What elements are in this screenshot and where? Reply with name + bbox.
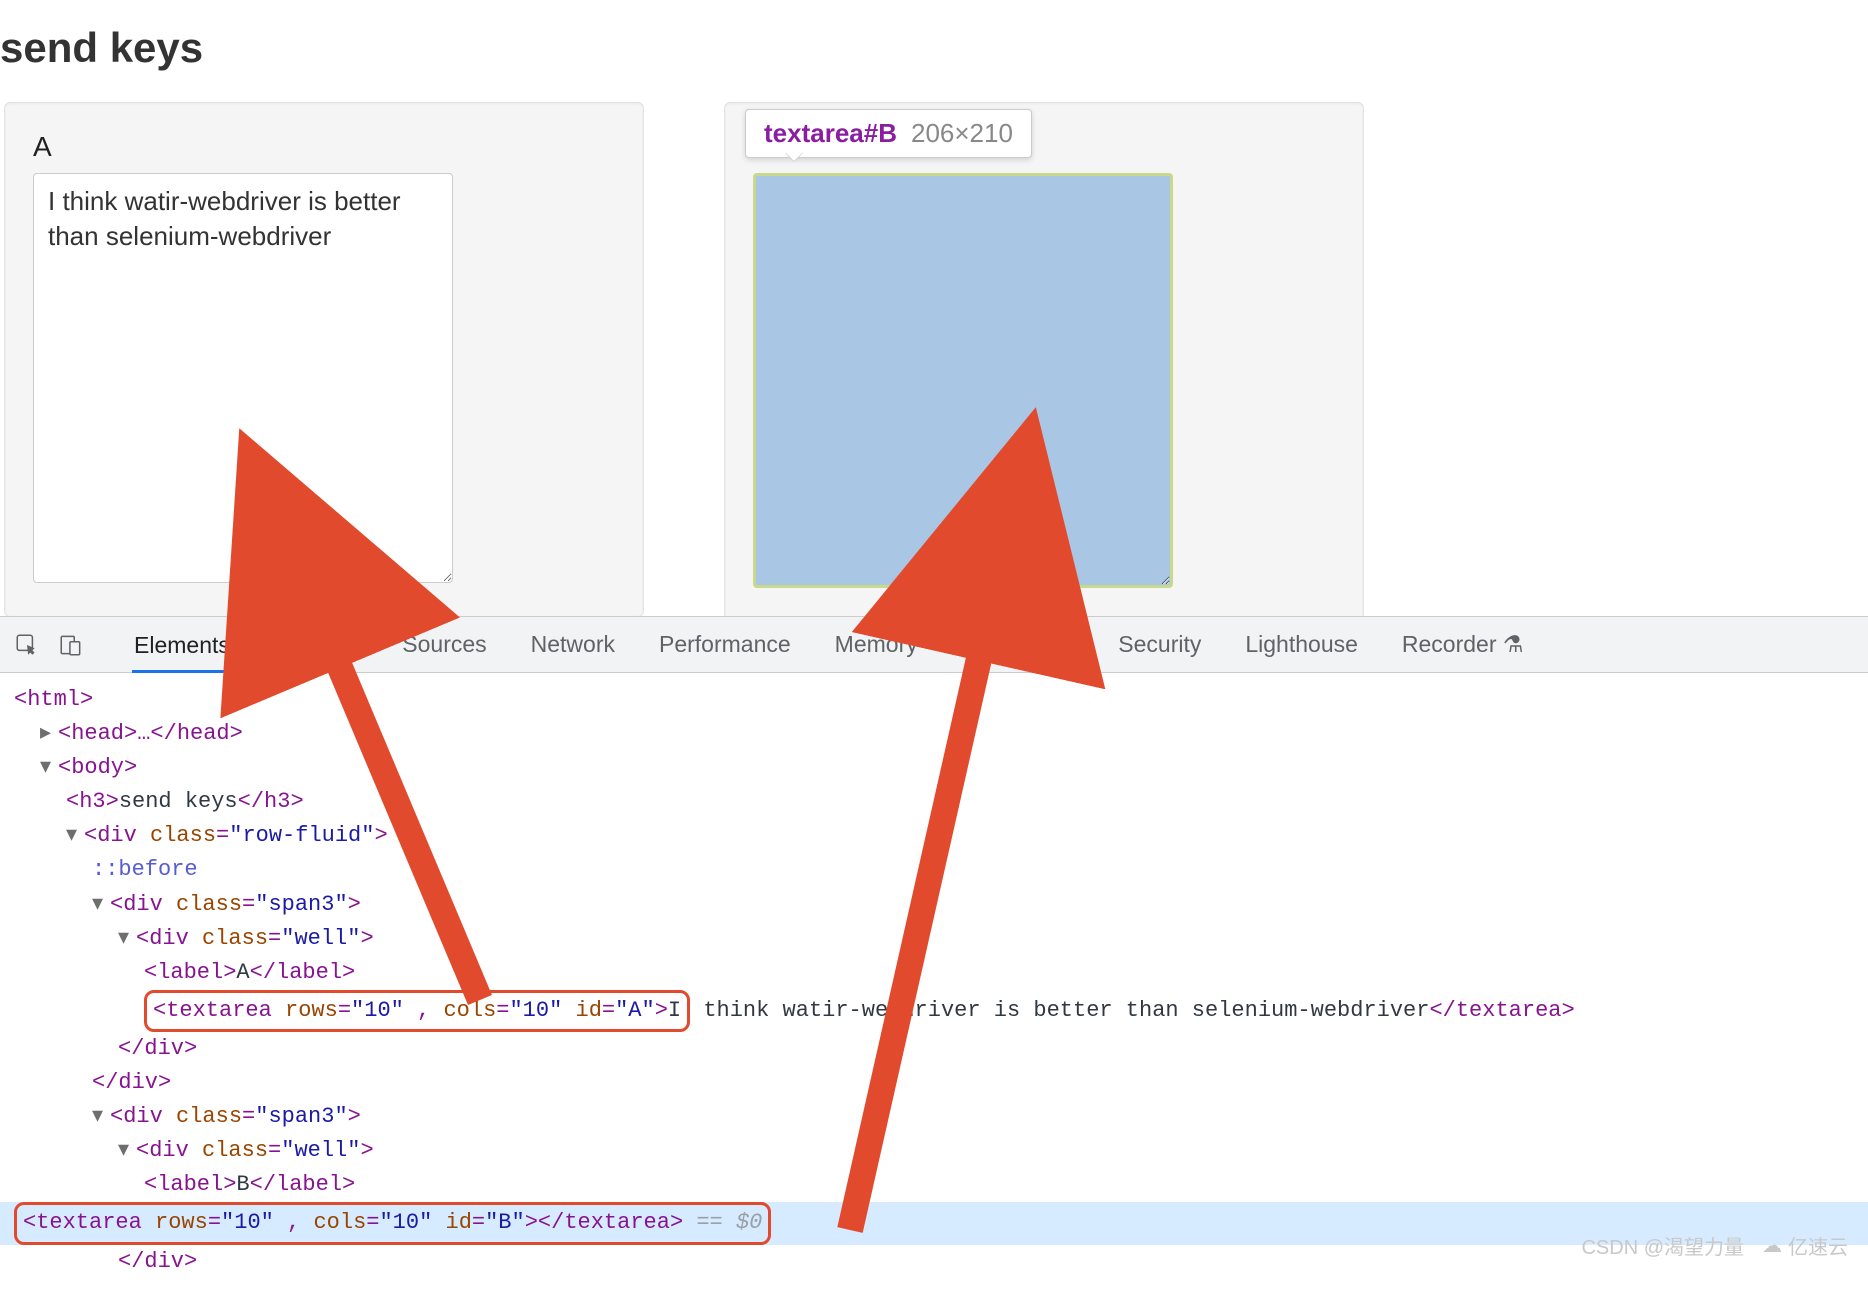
tab-security[interactable]: Security	[1116, 631, 1203, 658]
tooltip-selector: textarea#B	[764, 118, 897, 149]
dom-line[interactable]: ▸<head>…</head>	[14, 717, 1854, 751]
dom-line[interactable]: </div>	[14, 1066, 1854, 1100]
label-a: A	[33, 131, 615, 163]
dom-line[interactable]: </div>	[14, 1032, 1854, 1066]
dom-line-textarea-a[interactable]: <textarea rows="10" , cols="10" id="A">I…	[14, 990, 1854, 1032]
flask-icon: ⚗	[1503, 631, 1524, 657]
dom-line[interactable]: ▾<div class="well">	[14, 1134, 1854, 1168]
well-a: A	[4, 102, 644, 617]
tab-sources[interactable]: Sources	[400, 631, 488, 658]
page-content: send keys A textarea#B 206×210	[0, 0, 1868, 622]
panel-a: A	[4, 102, 644, 622]
devtools-tabbar: Elements Console Sources Network Perform…	[0, 617, 1868, 673]
tab-lighthouse[interactable]: Lighthouse	[1243, 631, 1360, 658]
dom-line[interactable]: ▾<div class="row-fluid">	[14, 819, 1854, 853]
dom-line[interactable]: ▾<div class="span3">	[14, 1100, 1854, 1134]
tooltip-dimensions: 206×210	[911, 118, 1013, 149]
textarea-b[interactable]	[753, 173, 1173, 588]
tab-elements[interactable]: Elements	[132, 617, 232, 673]
watermark: CSDN @渴望力量 ☁亿速云	[1581, 1231, 1848, 1260]
row-fluid: A textarea#B 206×210	[0, 102, 1868, 622]
device-icon[interactable]	[58, 632, 84, 658]
dom-line[interactable]: <label>A</label>	[14, 956, 1854, 990]
watermark-csdn: CSDN @渴望力量	[1581, 1231, 1744, 1260]
tab-performance[interactable]: Performance	[657, 631, 793, 658]
inspect-tooltip: textarea#B 206×210	[745, 109, 1032, 158]
tab-recorder[interactable]: Recorder ⚗	[1400, 631, 1526, 658]
tab-console[interactable]: Console	[272, 631, 360, 658]
dom-line[interactable]: </div>	[14, 1245, 1854, 1279]
dom-line[interactable]: ::before	[14, 853, 1854, 887]
well-b: textarea#B 206×210	[724, 102, 1364, 622]
dom-line[interactable]: <h3>send keys</h3>	[14, 785, 1854, 819]
textarea-a[interactable]	[33, 173, 453, 583]
dom-line[interactable]: ▾<div class="span3">	[14, 888, 1854, 922]
panel-b: textarea#B 206×210	[724, 102, 1364, 622]
watermark-yisu: ☁亿速云	[1762, 1231, 1848, 1260]
dom-tree[interactable]: <html> ▸<head>…</head> ▾<body> <h3>send …	[0, 673, 1868, 1293]
dom-line[interactable]: <html>	[14, 683, 1854, 717]
devtools-icon-group	[14, 632, 84, 658]
dom-line[interactable]: ▾<div class="well">	[14, 922, 1854, 956]
tab-network[interactable]: Network	[529, 631, 617, 658]
dom-line[interactable]: ▾<body>	[14, 751, 1854, 785]
tab-memory[interactable]: Memory	[833, 631, 920, 658]
page-title: send keys	[0, 0, 1868, 102]
inspect-icon[interactable]	[14, 632, 40, 658]
cloud-icon: ☁	[1762, 1233, 1782, 1258]
dom-line[interactable]: <label>B</label>	[14, 1168, 1854, 1202]
devtools-panel: Elements Console Sources Network Perform…	[0, 616, 1868, 1293]
tab-application[interactable]: Application	[960, 631, 1077, 658]
